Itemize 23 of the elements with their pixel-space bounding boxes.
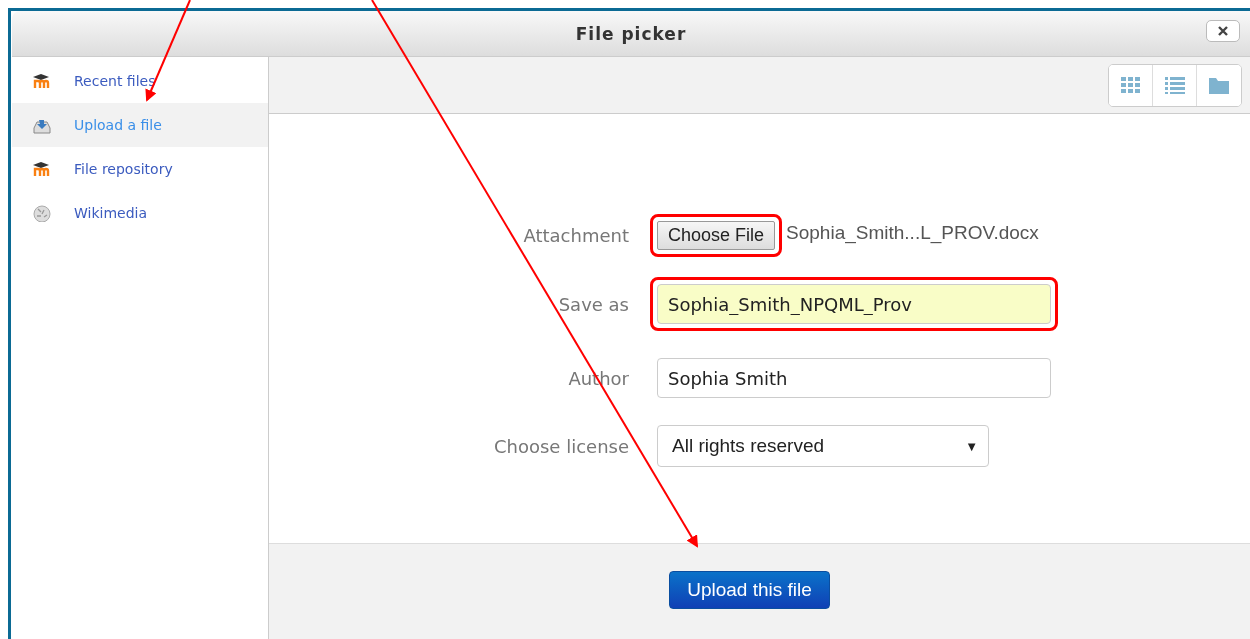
grid-icon (1119, 75, 1142, 95)
list-icon (1163, 75, 1186, 95)
sidebar-item[interactable]: Recent files (12, 59, 268, 103)
caret-icon: ▼ (965, 438, 978, 454)
window-title: File picker (575, 23, 687, 44)
file-name: Sophia_Smith...L_PROV.docx (786, 221, 1039, 244)
text-field[interactable]: Sophia_Smith_NPQML_Prov (657, 284, 1051, 324)
choose-file-button[interactable]: Choose File (657, 221, 776, 250)
field-label: Choose license (493, 435, 630, 457)
close-icon (1217, 25, 1229, 37)
logo-icon (32, 72, 52, 90)
view-button[interactable] (1109, 64, 1153, 106)
logo-icon (32, 160, 52, 178)
globe-icon (32, 204, 52, 222)
sidebar-item[interactable]: Wikimedia (12, 191, 268, 235)
sidebar-item[interactable]: File repository (12, 147, 268, 191)
field-label: Attachment (522, 225, 630, 246)
close-button[interactable] (1206, 20, 1240, 42)
upload-button[interactable]: Upload this file (669, 571, 830, 609)
folder-icon (1208, 75, 1230, 95)
field-label: Save as (557, 293, 630, 315)
text-field[interactable]: Sophia Smith (657, 358, 1051, 398)
license-dropdown[interactable]: All rights reserved ▼ (657, 425, 989, 467)
